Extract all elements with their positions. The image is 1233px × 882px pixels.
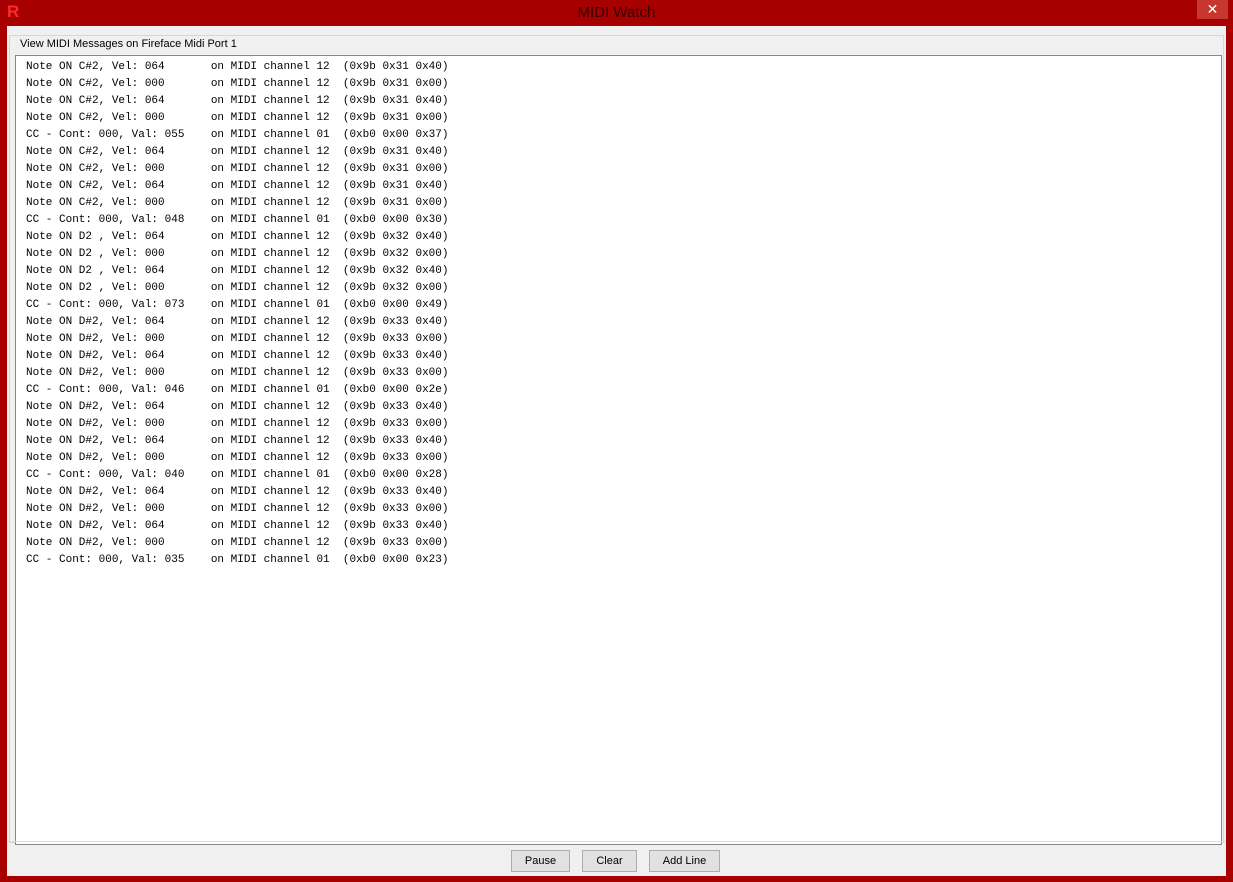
close-icon: ✕ [1206, 1, 1219, 17]
midi-log-line: Note ON D#2, Vel: 064 on MIDI channel 12… [26, 316, 449, 328]
midi-log-line: Note ON C#2, Vel: 064 on MIDI channel 12… [26, 146, 449, 158]
clear-button[interactable]: Clear [582, 850, 637, 872]
midi-log-line: Note ON D2 , Vel: 064 on MIDI channel 12… [26, 265, 449, 277]
midi-log-line: CC - Cont: 000, Val: 040 on MIDI channel… [26, 469, 449, 481]
midi-log-line: Note ON D#2, Vel: 000 on MIDI channel 12… [26, 418, 449, 430]
close-button[interactable]: ✕ [1197, 0, 1228, 19]
midi-log-textarea[interactable]: Note ON C#2, Vel: 064 on MIDI channel 12… [15, 55, 1222, 845]
midi-log-line: CC - Cont: 000, Val: 035 on MIDI channel… [26, 554, 449, 566]
midi-log-line: Note ON D#2, Vel: 000 on MIDI channel 12… [26, 452, 449, 464]
midi-log-line: Note ON D#2, Vel: 000 on MIDI channel 12… [26, 537, 449, 549]
midi-log-line: CC - Cont: 000, Val: 055 on MIDI channel… [26, 129, 449, 141]
midi-log-line: Note ON C#2, Vel: 000 on MIDI channel 12… [26, 197, 449, 209]
window-client-area: View MIDI Messages on Fireface Midi Port… [7, 26, 1226, 876]
midi-log-line: Note ON D#2, Vel: 064 on MIDI channel 12… [26, 350, 449, 362]
midi-log-line: Note ON D2 , Vel: 064 on MIDI channel 12… [26, 231, 449, 243]
group-title: View MIDI Messages on Fireface Midi Port… [17, 37, 240, 51]
midi-log-line: Note ON C#2, Vel: 064 on MIDI channel 12… [26, 61, 449, 73]
midi-log-line: CC - Cont: 000, Val: 048 on MIDI channel… [26, 214, 449, 226]
midi-log-line: Note ON D#2, Vel: 000 on MIDI channel 12… [26, 333, 449, 345]
midi-log-line: Note ON C#2, Vel: 000 on MIDI channel 12… [26, 78, 449, 90]
midi-log-lines: Note ON C#2, Vel: 064 on MIDI channel 12… [26, 59, 448, 569]
midi-log-line: Note ON D#2, Vel: 064 on MIDI channel 12… [26, 401, 449, 413]
midi-log-line: CC - Cont: 000, Val: 046 on MIDI channel… [26, 384, 449, 396]
pause-button[interactable]: Pause [511, 850, 570, 872]
midi-log-line: Note ON D2 , Vel: 000 on MIDI channel 12… [26, 248, 449, 260]
midi-log-line: Note ON D#2, Vel: 000 on MIDI channel 12… [26, 367, 449, 379]
midi-log-line: Note ON C#2, Vel: 064 on MIDI channel 12… [26, 180, 449, 192]
button-bar: Pause Clear Add Line [7, 841, 1226, 876]
midi-log-line: Note ON C#2, Vel: 064 on MIDI channel 12… [26, 95, 449, 107]
title-bar[interactable]: R MIDI Watch ✕ [0, 0, 1233, 26]
midi-log-line: CC - Cont: 000, Val: 073 on MIDI channel… [26, 299, 449, 311]
midi-messages-group: View MIDI Messages on Fireface Midi Port… [9, 35, 1224, 845]
midi-log-line: Note ON D#2, Vel: 064 on MIDI channel 12… [26, 486, 449, 498]
midi-log-line: Note ON D#2, Vel: 064 on MIDI channel 12… [26, 435, 449, 447]
midi-log-line: Note ON D#2, Vel: 000 on MIDI channel 12… [26, 503, 449, 515]
add-line-button[interactable]: Add Line [649, 850, 720, 872]
midi-log-line: Note ON C#2, Vel: 000 on MIDI channel 12… [26, 163, 449, 175]
window-title: MIDI Watch [577, 4, 656, 21]
midi-log-line: Note ON D#2, Vel: 064 on MIDI channel 12… [26, 520, 449, 532]
midi-log-line: Note ON D2 , Vel: 000 on MIDI channel 12… [26, 282, 449, 294]
midi-log-line: Note ON C#2, Vel: 000 on MIDI channel 12… [26, 112, 449, 124]
